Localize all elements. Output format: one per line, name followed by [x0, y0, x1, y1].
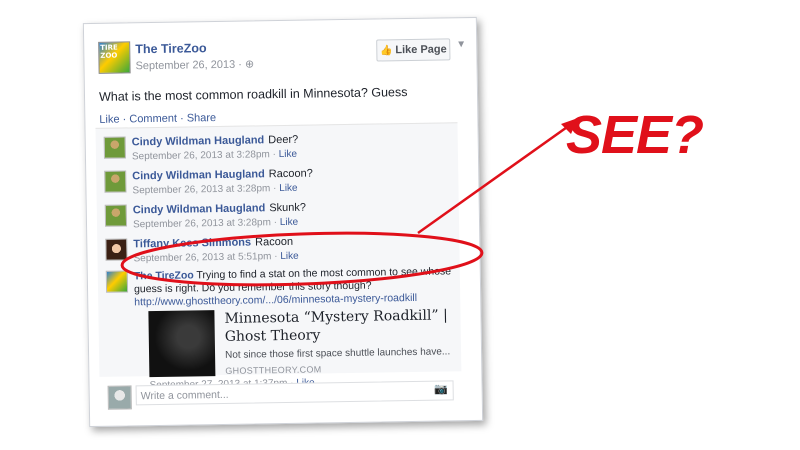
chevron-down-icon[interactable]: ▼ [456, 39, 466, 50]
comment-time: September 26, 2013 at 3:28pm · Like [131, 148, 298, 163]
write-comment-row: Write a comment... 📷 [107, 380, 458, 410]
comment-author[interactable]: Tiffany Kees Simmons Racoon [133, 236, 293, 251]
comment-text: Racoon? [268, 167, 313, 181]
comment-time: September 26, 2013 at 5:51pm · Like [133, 250, 299, 265]
page-name-link[interactable]: The TireZoo [135, 41, 207, 56]
camera-icon[interactable]: 📷 [434, 382, 448, 395]
post-text: What is the most common roadkill in Minn… [98, 85, 408, 104]
avatar[interactable] [105, 238, 128, 261]
like-link[interactable]: Like [280, 217, 299, 228]
avatar[interactable] [104, 170, 127, 193]
like-link[interactable]: Like [280, 251, 299, 262]
comment-text: Racoon [255, 235, 294, 249]
comment-author[interactable]: Cindy Wildman Haugland Skunk? [133, 202, 306, 217]
like-link[interactable]: Like [279, 183, 298, 194]
like-page-button[interactable]: 👍 Like Page [376, 38, 451, 62]
comment-text: Deer? [268, 133, 299, 147]
comment: Cindy Wildman Haugland Skunk? September 2… [104, 199, 455, 234]
avatar [107, 385, 132, 410]
preview-thumbnail[interactable] [148, 310, 216, 378]
annotation-text: SEE? [566, 105, 704, 165]
comment: Cindy Wildman Haugland Deer? September 26… [103, 131, 454, 166]
comment: Tiffany Kees Simmons Racoon September 26,… [105, 233, 455, 268]
post-date[interactable]: September 26, 2013 · ⊕ [135, 57, 254, 72]
comment-author[interactable]: Cindy Wildman Haugland Deer? [132, 134, 299, 149]
comment: The TireZoo Trying to find a stat on the… [105, 265, 457, 310]
preview-domain: GHOSTTHEORY.COM [225, 364, 322, 376]
comment-body: The TireZoo Trying to find a stat on the… [134, 265, 455, 309]
avatar[interactable] [105, 270, 129, 293]
comment-time: September 26, 2013 at 3:28pm · Like [132, 182, 298, 197]
comments-section: Cindy Wildman Haugland Deer? September 26… [95, 122, 462, 391]
comment-time: September 26, 2013 at 3:28pm · Like [132, 216, 299, 231]
like-link[interactable]: Like [279, 149, 298, 160]
thumbs-up-icon: 👍 [379, 45, 393, 57]
comment-author[interactable]: Cindy Wildman Haugland Racoon? [132, 168, 313, 183]
comment-author[interactable]: The TireZoo [134, 269, 194, 282]
preview-title[interactable]: Minnesota “Mystery Roadkill” | Ghost The… [224, 306, 449, 346]
avatar[interactable] [104, 204, 128, 227]
comment: Cindy Wildman Haugland Racoon? September … [104, 165, 454, 200]
preview-description: Not since those first space shuttle laun… [225, 346, 451, 361]
post-actions[interactable]: Like · Comment · Share [99, 112, 216, 126]
page-avatar[interactable]: TIRE ZOO [98, 41, 131, 74]
globe-icon: ⊕ [244, 58, 255, 71]
avatar[interactable] [103, 136, 126, 159]
link-preview[interactable]: Minnesota “Mystery Roadkill” | Ghost The… [148, 306, 451, 378]
comment-input[interactable]: Write a comment... [135, 380, 454, 406]
comment-text: Skunk? [269, 201, 307, 215]
facebook-post-card: TIRE ZOO The TireZoo September 26, 2013 … [82, 16, 484, 428]
